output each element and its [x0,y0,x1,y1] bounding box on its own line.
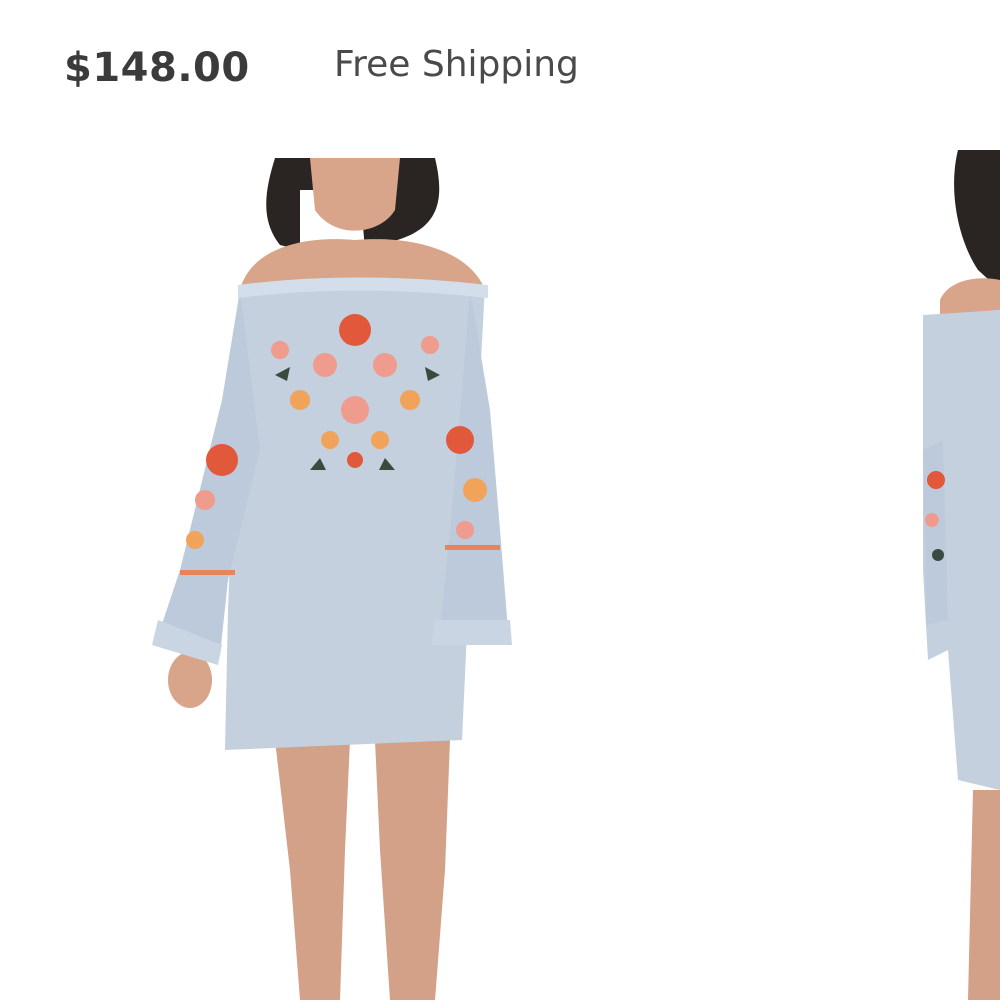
left-leg [275,740,350,1000]
right-leg [375,740,450,1000]
product-price: $148.00 [64,45,250,91]
dress-photo-front [152,158,512,1000]
face [310,158,400,231]
hair [954,150,1000,290]
dress-photo-side [923,150,1000,1000]
product-image-next[interactable] [918,150,1000,1000]
product-image-main[interactable] [150,150,520,1000]
product-image-carousel[interactable] [0,150,1000,1000]
shipping-info: Free Shipping [334,44,579,85]
right-cuff [432,620,512,645]
leg [968,790,1000,1000]
dress-body [225,277,485,750]
price-row: $148.00 [64,38,250,98]
shoulder [940,278,1000,315]
